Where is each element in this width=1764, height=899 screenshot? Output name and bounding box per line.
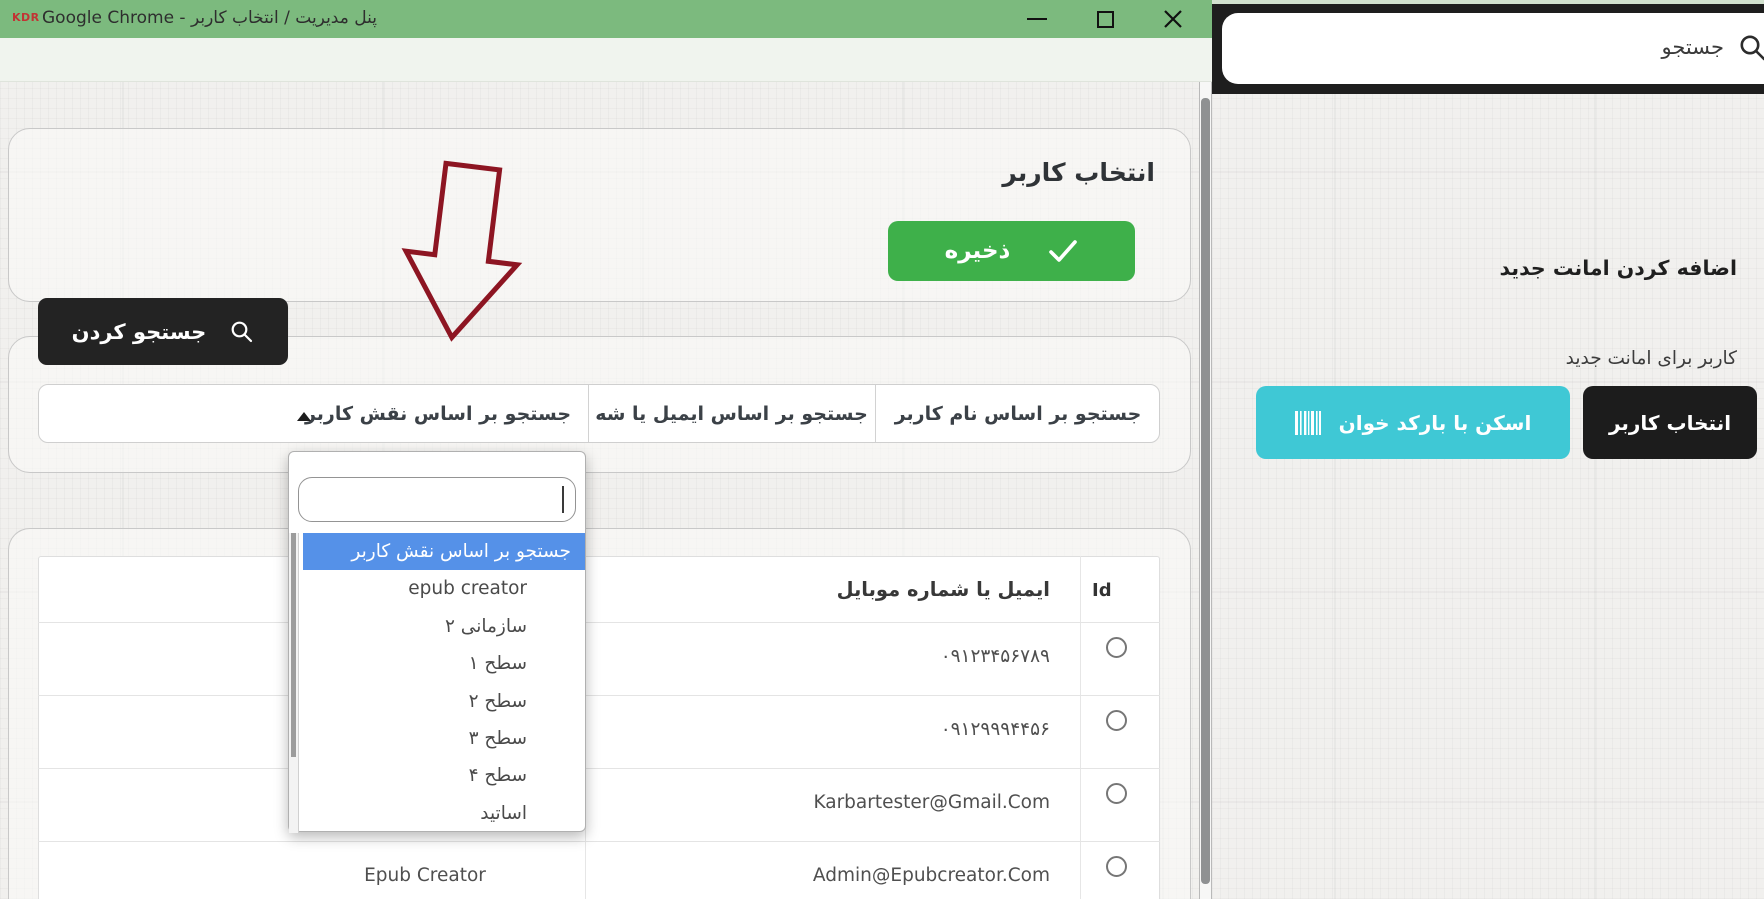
dropdown-option-level4[interactable]: سطح ۴ <box>301 757 585 794</box>
scan-barcode-button[interactable]: اسکن با بارکد خوان <box>1256 386 1570 459</box>
row-radio-3[interactable] <box>1106 783 1127 804</box>
site-header: جستجو <box>1212 4 1764 94</box>
loan-user-label: کاربر برای امانت جدید <box>1565 348 1737 369</box>
table-row-divider <box>38 841 1160 842</box>
barcode-icon <box>1294 410 1321 435</box>
window-title: Google Chrome - پنل مدیریت / انتخاب کارب… <box>42 8 377 28</box>
search-submit-label: جستجو کردن <box>71 319 207 344</box>
maximize-button[interactable] <box>1082 0 1128 38</box>
table-column-divider <box>1080 556 1081 899</box>
kdr-favicon: KDR <box>12 11 40 24</box>
minimize-button[interactable] <box>1014 0 1060 38</box>
tab-search-by-name-label: جستجو بر اساس نام کاربر <box>894 402 1142 425</box>
table-header-email: ایمیل یا شماره موبایل <box>836 578 1050 601</box>
dropdown-option-list: جستجو بر اساس نقش کاربر epub creator ساز… <box>301 533 585 833</box>
dropdown-search-input[interactable] <box>298 477 576 522</box>
red-arrow-annotation <box>401 160 523 342</box>
chrome-popup-window: KDR Google Chrome - پنل مدیریت / انتخاب … <box>0 0 1212 899</box>
add-loan-heading: اضافه کردن امانت جدید <box>1499 256 1737 280</box>
row-email-1: ۰۹۱۲۳۴۵۶۷۸۹ <box>940 646 1050 667</box>
row-radio-4[interactable] <box>1106 856 1127 877</box>
search-icon[interactable] <box>1738 33 1764 63</box>
check-icon <box>1049 240 1078 262</box>
scan-barcode-label: اسکن با بارکد خوان <box>1338 410 1532 435</box>
window-titlebar[interactable]: KDR Google Chrome - پنل مدیریت / انتخاب … <box>0 0 1212 38</box>
tab-search-by-role[interactable]: جستجو بر اساس نقش کاربر <box>288 385 588 442</box>
row-email-3: Karbartester@Gmail.Com <box>813 792 1050 813</box>
tab-search-by-name[interactable]: جستجو بر اساس نام کاربر <box>875 385 1161 442</box>
popup-scrollbar-thumb[interactable] <box>1201 98 1210 884</box>
dropdown-scrollbar[interactable] <box>289 533 299 833</box>
site-body: اضافه کردن امانت جدید کاربر برای امانت ج… <box>1212 94 1764 899</box>
row-radio-2[interactable] <box>1106 710 1127 731</box>
search-tab-row: جستجو بر اساس نقش کاربر جستجو بر اساس ای… <box>38 384 1160 443</box>
dropdown-option-org2[interactable]: سازمانی ۲ <box>301 608 585 645</box>
select-user-button[interactable]: انتخاب کاربر <box>1583 386 1757 459</box>
window-title-page: پنل مدیریت / انتخاب کاربر <box>190 8 377 28</box>
dropdown-scrollbar-thumb[interactable] <box>291 533 296 757</box>
row-email-4: Admin@Epubcreator.Com <box>812 865 1050 886</box>
maximize-icon <box>1096 10 1114 28</box>
dropdown-option-level1[interactable]: سطح ۱ <box>301 645 585 682</box>
search-icon <box>231 321 253 342</box>
row-radio-1[interactable] <box>1106 637 1127 658</box>
dropdown-option-teachers[interactable]: اساتید <box>301 795 585 832</box>
table-row-divider <box>38 695 1160 696</box>
row-name-4: Epub Creator <box>364 865 486 886</box>
row-email-2: ۰۹۱۲۹۹۹۴۴۵۶ <box>940 719 1050 740</box>
popup-heading: انتخاب کاربر <box>1002 158 1155 187</box>
close-button[interactable] <box>1150 0 1196 38</box>
tab-search-by-role-label: جستجو بر اساس نقش کاربر <box>304 402 572 425</box>
save-button[interactable]: ذخیره <box>888 221 1135 281</box>
dropdown-open-caret-icon <box>297 412 311 421</box>
dropdown-option-role-placeholder[interactable]: جستجو بر اساس نقش کاربر <box>303 533 585 571</box>
site-search-placeholder: جستجو <box>1661 35 1724 59</box>
role-dropdown-panel: جستجو بر اساس نقش کاربر epub creator ساز… <box>288 451 586 833</box>
table-row-divider <box>38 768 1160 769</box>
screen: KDR Google Chrome - پنل مدیریت / انتخاب … <box>0 0 1764 899</box>
tab-search-by-email[interactable]: جستجو بر اساس ایمیل یا شه <box>588 385 875 442</box>
select-user-label: انتخاب کاربر <box>1608 410 1732 435</box>
save-button-label: ذخیره <box>944 238 1011 264</box>
close-icon <box>1164 10 1182 28</box>
minimize-icon <box>1027 18 1047 20</box>
dropdown-option-level2[interactable]: سطح ۲ <box>301 683 585 720</box>
url-bar[interactable]: dev.libramee.com/Admin/Lending/CustomerS… <box>0 38 1212 107</box>
background-page: جستجو اضافه کردن امانت جدید کاربر برای ا… <box>1212 0 1764 899</box>
tab-search-by-email-label: جستجو بر اساس ایمیل یا شه <box>595 402 868 425</box>
text-caret <box>562 486 564 513</box>
site-search-field[interactable]: جستجو <box>1222 13 1764 84</box>
dropdown-option-level3[interactable]: سطح ۳ <box>301 720 585 757</box>
search-submit-button[interactable]: جستجو کردن <box>38 298 288 365</box>
table-header-id: Id <box>1092 580 1112 601</box>
dropdown-option-epub-creator[interactable]: epub creator <box>301 570 585 607</box>
window-title-app: Google Chrome - <box>42 8 191 28</box>
table-row-divider <box>38 622 1160 623</box>
